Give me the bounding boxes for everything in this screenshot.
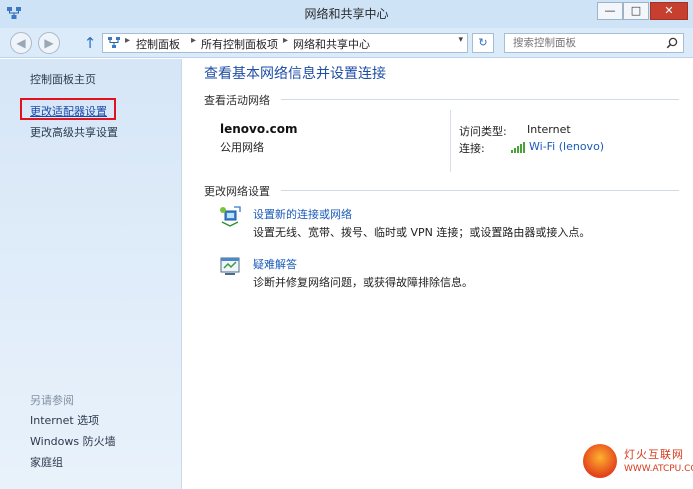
watermark-url: WWW.ATCPU.COM <box>624 464 693 474</box>
wifi-connection-link[interactable]: Wi-Fi (lenovo) <box>529 140 604 153</box>
troubleshoot-description: 诊断并修复网络问题，或获得故障排除信息。 <box>253 276 473 289</box>
sidebar-item-change-adapter-settings[interactable]: 更改适配器设置 <box>30 103 107 119</box>
wifi-signal-icon <box>511 142 525 153</box>
sidebar-item-windows-firewall[interactable]: Windows 防火墙 <box>30 433 116 449</box>
page-title: 查看基本网络信息并设置连接 <box>204 66 386 82</box>
breadcrumb-all-items[interactable]: 所有控制面板项 <box>201 36 278 52</box>
change-settings-heading: 更改网络设置 <box>204 185 270 198</box>
new-connection-icon <box>220 206 241 227</box>
maximize-button[interactable]: □ <box>623 2 649 20</box>
control-panel-icon <box>108 37 120 48</box>
close-icon: ✕ <box>664 4 674 17</box>
title-bar[interactable]: 网络和共享中心 — □ ✕ <box>0 0 693 28</box>
navigation-bar: ◀ ▶ ↑ ▸ 控制面板 ▸ 所有控制面板项 ▸ 网络和共享中心 ▾ ↻ <box>0 28 693 58</box>
address-bar[interactable]: ▸ 控制面板 ▸ 所有控制面板项 ▸ 网络和共享中心 ▾ <box>102 33 468 53</box>
close-button[interactable]: ✕ <box>650 2 688 20</box>
connection-label: 连接: <box>459 142 485 155</box>
refresh-button[interactable]: ↻ <box>472 33 494 53</box>
troubleshoot-icon <box>220 257 240 275</box>
back-button[interactable]: ◀ <box>10 32 32 54</box>
chevron-down-icon[interactable]: ▾ <box>458 35 463 45</box>
minimize-button[interactable]: — <box>597 2 623 20</box>
vertical-divider <box>450 110 451 172</box>
access-type-label: 访问类型: <box>459 125 507 138</box>
troubleshoot-link[interactable]: 疑难解答 <box>253 256 297 272</box>
arrow-left-icon: ◀ <box>16 36 26 50</box>
breadcrumb-separator[interactable]: ▸ <box>283 35 288 46</box>
network-name: lenovo.com <box>220 122 298 136</box>
access-type-value: Internet <box>527 123 571 136</box>
watermark: 灯火互联网 WWW.ATCPU.COM <box>575 438 693 486</box>
breadcrumb-network-center[interactable]: 网络和共享中心 <box>293 36 370 52</box>
breadcrumb-separator: ▸ <box>125 35 131 46</box>
setup-new-connection-description: 设置无线、宽带、拨号、临时或 VPN 连接；或设置路由器或接入点。 <box>253 226 591 239</box>
section-divider <box>281 190 679 191</box>
setup-new-connection-link[interactable]: 设置新的连接或网络 <box>253 206 352 222</box>
breadcrumb-separator[interactable]: ▸ <box>191 35 196 46</box>
refresh-icon: ↻ <box>478 36 488 49</box>
up-button[interactable]: ↑ <box>82 34 98 52</box>
sidebar-item-homegroup[interactable]: 家庭组 <box>30 454 63 470</box>
sidebar-item-internet-options[interactable]: Internet 选项 <box>30 412 99 428</box>
active-networks-heading: 查看活动网络 <box>204 94 270 107</box>
section-divider <box>281 99 679 100</box>
left-pane: 控制面板主页 更改适配器设置 更改高级共享设置 另请参阅 Internet 选项… <box>0 59 182 489</box>
sidebar-item-control-panel-home[interactable]: 控制面板主页 <box>30 71 96 87</box>
search-box[interactable] <box>504 33 684 53</box>
window-title: 网络和共享中心 <box>304 7 389 21</box>
network-type-link[interactable]: 公用网络 <box>220 139 264 155</box>
main-content: 查看基本网络信息并设置连接 查看活动网络 lenovo.com 公用网络 访问类… <box>183 59 693 489</box>
search-icon[interactable] <box>666 37 678 49</box>
breadcrumb-control-panel[interactable]: 控制面板 <box>136 36 180 52</box>
search-input[interactable] <box>505 34 663 52</box>
forward-button[interactable]: ▶ <box>38 32 60 54</box>
sidebar-item-change-advanced-sharing[interactable]: 更改高级共享设置 <box>30 124 118 140</box>
watermark-name: 灯火互联网 <box>624 448 684 461</box>
minimize-icon: — <box>604 4 616 17</box>
network-sharing-center-window: 网络和共享中心 — □ ✕ ◀ ▶ ↑ ▸ 控制面板 ▸ 所有控制面板项 ▸ 网… <box>0 0 693 489</box>
arrow-up-icon: ↑ <box>83 34 97 52</box>
flame-logo-icon <box>583 444 617 478</box>
arrow-right-icon: ▶ <box>44 36 54 50</box>
see-also-heading: 另请参阅 <box>30 394 74 407</box>
maximize-icon: □ <box>630 4 642 17</box>
